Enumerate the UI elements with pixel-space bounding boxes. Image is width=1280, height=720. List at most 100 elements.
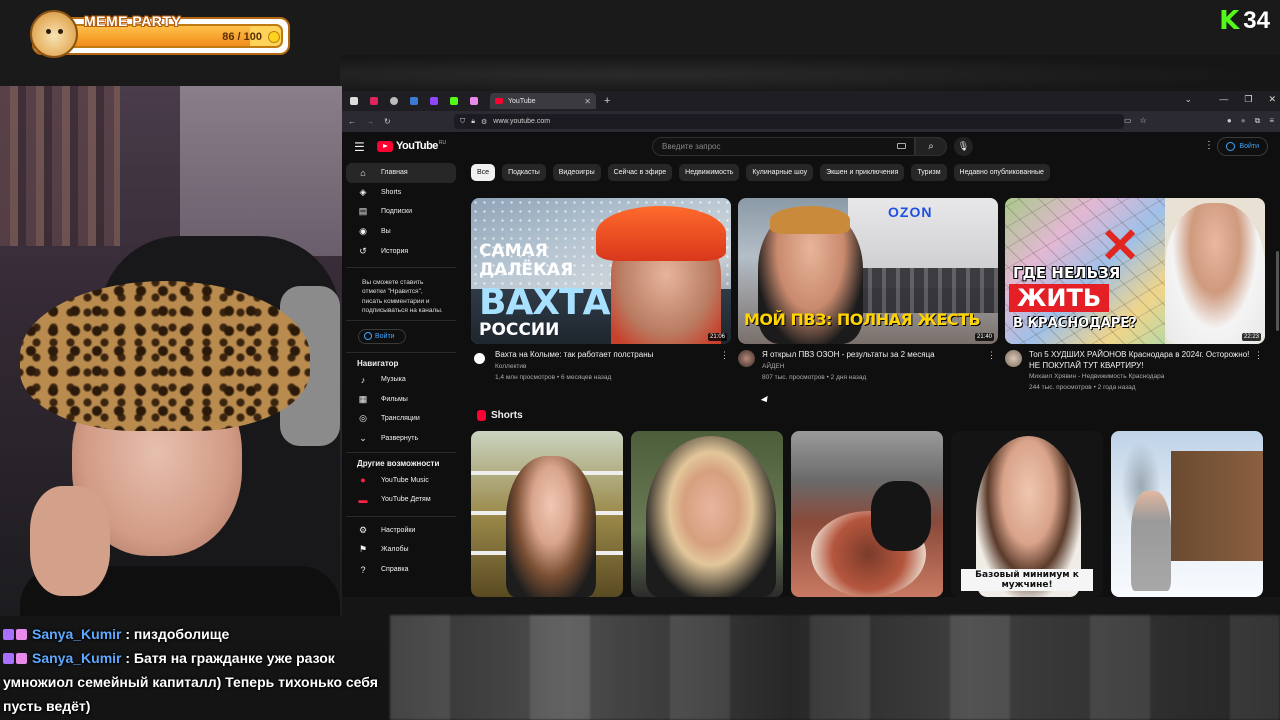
video-thumbnail[interactable]: ✕ ГДЕ НЕЛЬЗЯ ЖИТЬ В КРАСНОДАРЕ? 22:23 bbox=[1005, 198, 1265, 344]
sidebar-item-help[interactable]: ? Справка bbox=[346, 560, 456, 580]
scrollbar[interactable] bbox=[1276, 251, 1279, 331]
webcam-closet bbox=[0, 86, 120, 246]
video-thumbnail[interactable]: OZON МОЙ ПВЗ: ПОЛНАЯ ЖЕСТЬ 21:40 bbox=[738, 198, 998, 344]
tab-pinned[interactable] bbox=[426, 93, 442, 109]
signin-prompt-text: Вы сможете ставить отметки "Нравится", п… bbox=[346, 266, 456, 321]
forward-icon[interactable]: → bbox=[366, 117, 374, 126]
account-icon bbox=[1226, 142, 1236, 151]
chip-podcasts[interactable]: Подкасты bbox=[502, 164, 546, 181]
sidebar-item-shorts[interactable]: ◈ Shorts bbox=[346, 183, 456, 203]
short-card[interactable]: Базовый минимум к мужчине! bbox=[951, 431, 1103, 597]
extension-icon[interactable]: ● bbox=[1241, 116, 1246, 126]
sidebar-item-label: Подписки bbox=[381, 208, 413, 216]
tab-list-icon[interactable]: ⌄ bbox=[1184, 94, 1192, 105]
tab-pinned[interactable] bbox=[366, 93, 382, 109]
chip-cooking[interactable]: Кулинарные шоу bbox=[746, 164, 814, 181]
voice-search-button[interactable]: 🎙︎ bbox=[954, 137, 973, 156]
channel-name[interactable]: Коллектив bbox=[495, 361, 721, 372]
youtube-logo[interactable]: YouTube RU bbox=[377, 140, 446, 152]
kick-logo: K bbox=[1219, 6, 1240, 36]
search-input[interactable]: Введите запрос bbox=[652, 137, 915, 156]
video-menu-icon[interactable]: ⋮ bbox=[720, 350, 729, 361]
extensions-puzzle-icon[interactable]: ⧉ bbox=[1255, 116, 1261, 126]
thumb-person bbox=[646, 436, 776, 597]
menu-icon[interactable]: ≡ bbox=[1269, 116, 1274, 126]
chip-all[interactable]: Все bbox=[471, 164, 496, 181]
tab-pinned[interactable] bbox=[446, 93, 462, 109]
minimize-icon[interactable]: — bbox=[1219, 94, 1228, 105]
sidebar-item-yt-music[interactable]: ● YouTube Music bbox=[346, 470, 456, 490]
video-title[interactable]: Вахта на Колыме: так работает полстраны bbox=[495, 350, 721, 361]
search-button[interactable]: ⌕ bbox=[915, 137, 947, 156]
sidebar-item-report[interactable]: ⚑ Жалобы bbox=[346, 540, 456, 560]
sidebar-item-settings[interactable]: ⚙ Настройки bbox=[346, 521, 456, 541]
more-options-icon[interactable]: ⋮ bbox=[1204, 140, 1214, 151]
tab-pinned[interactable] bbox=[466, 93, 482, 109]
channel-avatar[interactable] bbox=[738, 350, 755, 367]
tab-pinned[interactable] bbox=[406, 93, 422, 109]
channel-name[interactable]: АЙДЕН bbox=[762, 361, 988, 372]
video-stats: 1,4 млн просмотров • 6 месяцев назад bbox=[495, 373, 612, 381]
sidebar-item-expand[interactable]: ⌄ Развернуть bbox=[346, 429, 456, 449]
address-bar[interactable]: ⛉ 🔒︎ ⚙ www.youtube.com bbox=[454, 114, 1124, 129]
hamburger-menu-icon[interactable]: ☰ bbox=[354, 140, 365, 154]
video-card[interactable]: OZON МОЙ ПВЗ: ПОЛНАЯ ЖЕСТЬ 21:40 Я откры… bbox=[738, 198, 998, 383]
tab-pinned[interactable] bbox=[386, 93, 402, 109]
keyboard-icon[interactable] bbox=[897, 143, 906, 149]
tab-bar: YouTube ✕ + ⌄ — ❐ ✕ bbox=[342, 91, 1280, 111]
chip-action[interactable]: Экшен и приключения bbox=[820, 164, 905, 181]
video-title[interactable]: Топ 5 ХУДШИХ РАЙОНОВ Краснодара в 2024г.… bbox=[1029, 350, 1255, 371]
channel-avatar[interactable] bbox=[471, 350, 488, 367]
video-card[interactable]: САМАЯ ДАЛЁКАЯ ВАХТА РОССИИ 21:06 Вахта на… bbox=[471, 198, 731, 383]
tab-youtube[interactable]: YouTube ✕ bbox=[490, 93, 596, 109]
extension-icon[interactable]: ● bbox=[1227, 116, 1232, 126]
sidebar-item-home[interactable]: ⌂ Главная bbox=[346, 163, 456, 183]
chip-real-estate[interactable]: Недвижимость bbox=[679, 164, 740, 181]
video-menu-icon[interactable]: ⋮ bbox=[1254, 350, 1263, 361]
navigation-bar: ← → ↻ ⛉ 🔒︎ ⚙ www.youtube.com ▭ ☆ ● ● ⧉ ≡ bbox=[342, 111, 1280, 132]
video-thumbnail[interactable]: САМАЯ ДАЛЁКАЯ ВАХТА РОССИИ 21:06 bbox=[471, 198, 731, 344]
video-meta: Я открыл ПВЗ ОЗОН - результаты за 2 меся… bbox=[738, 350, 998, 383]
sidebar-item-label: Жалобы bbox=[381, 546, 409, 554]
sidebar-item-label: Музыка bbox=[381, 376, 406, 384]
youtube-play-icon bbox=[377, 140, 393, 152]
close-tab-icon[interactable]: ✕ bbox=[584, 97, 591, 106]
back-icon[interactable]: ← bbox=[348, 117, 356, 126]
sidebar-item-label: Главная bbox=[381, 169, 408, 177]
sidebar-item-subscriptions[interactable]: ▤ Подписки bbox=[346, 202, 456, 222]
short-card[interactable] bbox=[471, 431, 623, 597]
channel-name[interactable]: Михаил Хрявин - Недвижимость Краснодара bbox=[1029, 371, 1255, 382]
bookmark-star-icon[interactable]: ☆ bbox=[1140, 116, 1147, 125]
thumb-text: МОЙ ПВЗ: ПОЛНАЯ ЖЕСТЬ bbox=[744, 310, 981, 329]
maximize-icon[interactable]: ❐ bbox=[1244, 94, 1252, 105]
chip-videogames[interactable]: Видеоигры bbox=[552, 164, 601, 181]
sidebar-item-music[interactable]: ♪ Музыка bbox=[346, 370, 456, 390]
video-menu-icon[interactable]: ⋮ bbox=[987, 350, 996, 361]
channel-avatar[interactable] bbox=[1005, 350, 1022, 367]
chat-message: Sanya_Kumir : Батя на гражданке уже разо… bbox=[3, 646, 389, 718]
video-title[interactable]: Я открыл ПВЗ ОЗОН - результаты за 2 меся… bbox=[762, 350, 988, 361]
sidebar-item-label: Настройки bbox=[381, 526, 416, 534]
short-card[interactable] bbox=[1111, 431, 1263, 597]
sidebar-item-you[interactable]: ◉ Вы bbox=[346, 222, 456, 242]
chip-recent[interactable]: Недавно опубликованные bbox=[953, 164, 1050, 181]
sidebar-item-history[interactable]: ↺ История bbox=[346, 241, 456, 261]
reader-mode-icon[interactable]: ▭ bbox=[1124, 116, 1132, 125]
video-card[interactable]: ✕ ГДЕ НЕЛЬЗЯ ЖИТЬ В КРАСНОДАРЕ? 22:23 То… bbox=[1005, 198, 1265, 393]
sidebar-item-yt-kids[interactable]: ▬ YouTube Детям bbox=[346, 490, 456, 510]
sidebar-item-movies[interactable]: ▦ Фильмы bbox=[346, 390, 456, 410]
short-card[interactable] bbox=[791, 431, 943, 597]
sidebar-signin-button[interactable]: Войти bbox=[358, 328, 406, 344]
chip-live[interactable]: Сейчас в эфире bbox=[607, 164, 673, 181]
reload-icon[interactable]: ↻ bbox=[384, 117, 391, 126]
short-card[interactable] bbox=[631, 431, 783, 597]
permissions-icon: ⚙ bbox=[480, 118, 488, 126]
chip-tourism[interactable]: Туризм bbox=[911, 164, 947, 181]
signin-button[interactable]: Войти bbox=[1217, 137, 1268, 156]
new-tab-button[interactable]: + bbox=[604, 95, 610, 107]
tab-pinned[interactable] bbox=[346, 93, 362, 109]
thumb-person bbox=[1131, 491, 1171, 591]
url-text: www.youtube.com bbox=[493, 118, 551, 125]
sidebar-item-live[interactable]: ◎ Трансляции bbox=[346, 409, 456, 429]
close-window-icon[interactable]: ✕ bbox=[1268, 94, 1276, 105]
